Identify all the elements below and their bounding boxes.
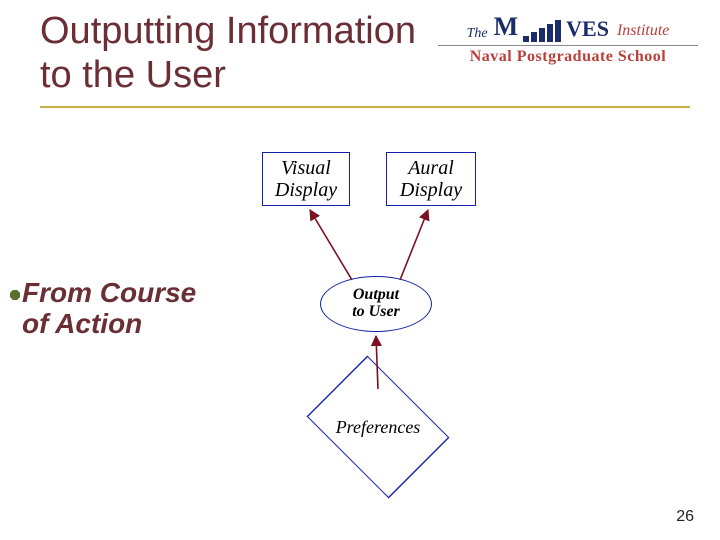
visual-display-box: Visual Display bbox=[262, 152, 350, 206]
from-course-line-2: of Action bbox=[22, 308, 142, 339]
logo-divider bbox=[438, 45, 698, 46]
logo-m-text: M bbox=[494, 12, 519, 42]
logo-the-text: The bbox=[467, 26, 488, 42]
logo-nps-text: Naval Postgraduate School bbox=[438, 48, 698, 66]
from-course-label: From Course of Action bbox=[22, 278, 196, 340]
moves-institute-logo: The M VES Institute Naval Postgraduate S… bbox=[438, 12, 698, 66]
output-to-user-node: Output to User bbox=[320, 276, 432, 332]
logo-institute-text: Institute bbox=[617, 22, 669, 40]
ellipse-line-1: Output bbox=[321, 287, 431, 304]
visual-line-2: Display bbox=[263, 179, 349, 201]
logo-top-row: The M VES Institute bbox=[438, 12, 698, 42]
aural-display-box: Aural Display bbox=[386, 152, 476, 206]
bullet-icon bbox=[10, 290, 20, 300]
from-course-line-1: From Course bbox=[22, 277, 196, 308]
arrow-output-to-aural bbox=[400, 210, 428, 280]
page-number: 26 bbox=[676, 508, 694, 526]
preferences-node: Preferences bbox=[318, 388, 438, 466]
aural-line-1: Aural bbox=[387, 157, 475, 179]
diamond-label: Preferences bbox=[318, 388, 438, 466]
ellipse-line-2: to User bbox=[321, 304, 431, 321]
title-line-1: Outputting Information bbox=[40, 10, 416, 52]
logo-ves-text: VES bbox=[566, 16, 609, 42]
visual-line-1: Visual bbox=[263, 157, 349, 179]
title-underline bbox=[40, 106, 690, 108]
arrow-output-to-visual bbox=[310, 210, 352, 280]
slide-title: Outputting Information to the User bbox=[40, 10, 416, 97]
logo-bars-icon bbox=[523, 20, 561, 42]
title-line-2: to the User bbox=[40, 54, 226, 96]
aural-line-2: Display bbox=[387, 179, 475, 201]
